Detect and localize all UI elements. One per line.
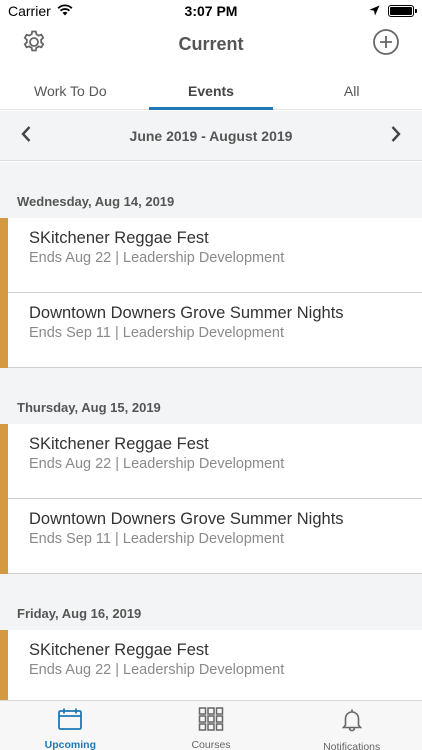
list-item[interactable]: Downtown Downers Grove Summer Nights End… xyxy=(0,293,422,368)
event-subtitle: Ends Aug 22 | Leadership Development xyxy=(29,456,285,472)
event-title: SKitchener Reggae Fest xyxy=(29,229,209,247)
nav-notifications[interactable]: Notifications xyxy=(281,701,422,750)
event-subtitle: Ends Sep 11 | Leadership Development xyxy=(29,531,284,547)
gear-icon xyxy=(21,29,47,60)
battery-icon xyxy=(388,5,417,17)
list-item[interactable]: SKitchener Reggae Fest Ends Aug 22 | Lea… xyxy=(0,630,422,700)
bottom-nav: Upcoming Courses Notifications xyxy=(0,700,422,750)
event-color-bar xyxy=(0,218,8,293)
day-group: Thursday, Aug 15, 2019 SKitchener Reggae… xyxy=(0,368,422,574)
tab-events[interactable]: Events xyxy=(141,72,282,110)
add-button[interactable] xyxy=(370,28,402,60)
event-list[interactable]: Wednesday, Aug 14, 2019 SKitchener Regga… xyxy=(0,162,422,700)
tab-bar: Work To Do Events All xyxy=(0,72,422,110)
header: Current xyxy=(0,22,422,66)
status-left: Carrier xyxy=(8,3,73,19)
wifi-icon xyxy=(57,3,73,19)
bell-icon xyxy=(339,707,365,738)
day-group: Wednesday, Aug 14, 2019 SKitchener Regga… xyxy=(0,162,422,368)
day-header: Wednesday, Aug 14, 2019 xyxy=(17,194,175,209)
tab-work-to-do[interactable]: Work To Do xyxy=(0,72,141,109)
previous-range-button[interactable] xyxy=(14,124,38,148)
page-title: Current xyxy=(178,33,244,54)
status-right xyxy=(369,3,417,19)
tab-all[interactable]: All xyxy=(281,72,422,109)
calendar-icon xyxy=(57,707,83,736)
location-arrow-icon xyxy=(369,3,380,19)
event-color-bar xyxy=(0,499,8,574)
date-range-bar: June 2019 - August 2019 xyxy=(0,111,422,161)
status-bar: Carrier 3:07 PM xyxy=(0,0,422,22)
chevron-left-icon xyxy=(20,125,32,148)
list-item[interactable]: Downtown Downers Grove Summer Nights End… xyxy=(0,499,422,574)
carrier-label: Carrier xyxy=(8,3,51,19)
event-color-bar xyxy=(0,293,8,368)
event-color-bar xyxy=(0,630,8,700)
next-range-button[interactable] xyxy=(384,124,408,148)
nav-upcoming[interactable]: Upcoming xyxy=(0,701,141,750)
list-item[interactable]: SKitchener Reggae Fest Ends Aug 22 | Lea… xyxy=(0,218,422,293)
day-header: Thursday, Aug 15, 2019 xyxy=(17,400,161,415)
day-header: Friday, Aug 16, 2019 xyxy=(17,606,142,621)
event-subtitle: Ends Aug 22 | Leadership Development xyxy=(29,662,285,678)
event-title: Downtown Downers Grove Summer Nights xyxy=(29,304,344,322)
nav-courses[interactable]: Courses xyxy=(141,701,282,750)
grid-icon xyxy=(198,707,224,736)
event-title: Downtown Downers Grove Summer Nights xyxy=(29,510,344,528)
date-range-label: June 2019 - August 2019 xyxy=(129,127,293,144)
event-subtitle: Ends Sep 11 | Leadership Development xyxy=(29,325,284,341)
list-item[interactable]: SKitchener Reggae Fest Ends Aug 22 | Lea… xyxy=(0,424,422,499)
plus-circle-icon xyxy=(372,28,400,61)
nav-courses-label: Courses xyxy=(191,739,231,750)
chevron-right-icon xyxy=(390,125,402,148)
event-subtitle: Ends Aug 22 | Leadership Development xyxy=(29,250,285,266)
nav-upcoming-label: Upcoming xyxy=(44,739,96,750)
day-group: Friday, Aug 16, 2019 SKitchener Reggae F… xyxy=(0,574,422,700)
event-title: SKitchener Reggae Fest xyxy=(29,435,209,453)
event-color-bar xyxy=(0,424,8,499)
nav-notifications-label: Notifications xyxy=(323,741,381,750)
settings-button[interactable] xyxy=(18,28,50,60)
event-title: SKitchener Reggae Fest xyxy=(29,641,209,659)
